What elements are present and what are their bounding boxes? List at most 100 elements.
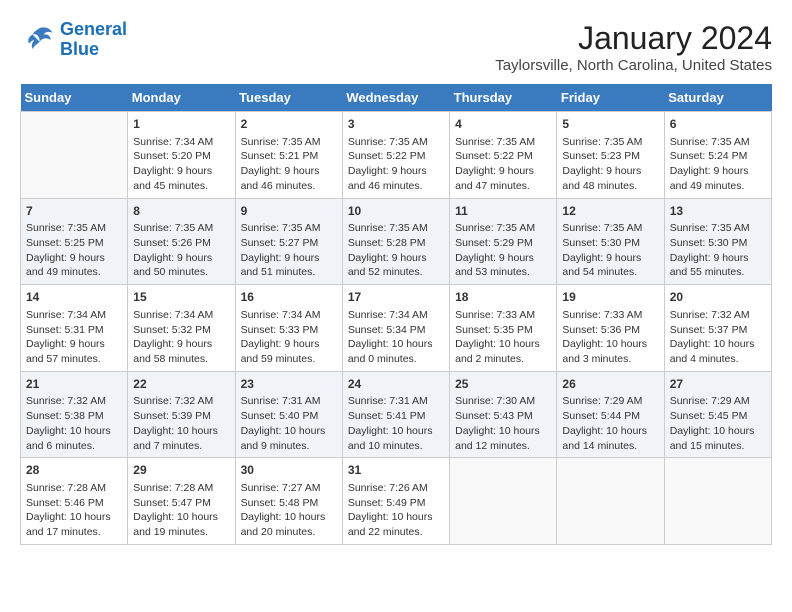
weekday-header-thursday: Thursday — [450, 84, 557, 112]
day-number: 30 — [241, 462, 337, 479]
day-number: 20 — [670, 289, 766, 306]
day-number: 25 — [455, 376, 551, 393]
day-info: Sunrise: 7:35 AM Sunset: 5:25 PM Dayligh… — [26, 221, 122, 280]
day-number: 2 — [241, 116, 337, 133]
day-info: Sunrise: 7:31 AM Sunset: 5:41 PM Dayligh… — [348, 394, 444, 453]
calendar-table: SundayMondayTuesdayWednesdayThursdayFrid… — [20, 84, 772, 545]
day-info: Sunrise: 7:35 AM Sunset: 5:22 PM Dayligh… — [348, 135, 444, 194]
day-info: Sunrise: 7:28 AM Sunset: 5:47 PM Dayligh… — [133, 481, 229, 540]
logo: General Blue — [20, 20, 127, 60]
calendar-cell: 8Sunrise: 7:35 AM Sunset: 5:26 PM Daylig… — [128, 198, 235, 285]
calendar-cell: 2Sunrise: 7:35 AM Sunset: 5:21 PM Daylig… — [235, 112, 342, 199]
day-number: 26 — [562, 376, 658, 393]
day-info: Sunrise: 7:34 AM Sunset: 5:32 PM Dayligh… — [133, 308, 229, 367]
day-info: Sunrise: 7:35 AM Sunset: 5:29 PM Dayligh… — [455, 221, 551, 280]
calendar-cell — [450, 458, 557, 545]
day-info: Sunrise: 7:32 AM Sunset: 5:38 PM Dayligh… — [26, 394, 122, 453]
calendar-cell: 22Sunrise: 7:32 AM Sunset: 5:39 PM Dayli… — [128, 371, 235, 458]
week-row-3: 14 Sunrise: 7:34 AM Sunset: 5:31 PM Dayli… — [21, 285, 772, 372]
calendar-cell: 11Sunrise: 7:35 AM Sunset: 5:29 PM Dayli… — [450, 198, 557, 285]
weekday-header-wednesday: Wednesday — [342, 84, 449, 112]
day-number: 14 — [26, 289, 122, 306]
day-info: Sunrise: 7:32 AM Sunset: 5:37 PM Dayligh… — [670, 308, 766, 367]
day-number: 22 — [133, 376, 229, 393]
day-info: Sunrise: 7:35 AM Sunset: 5:22 PM Dayligh… — [455, 135, 551, 194]
week-row-4: 21Sunrise: 7:32 AM Sunset: 5:38 PM Dayli… — [21, 371, 772, 458]
calendar-cell: 13Sunrise: 7:35 AM Sunset: 5:30 PM Dayli… — [664, 198, 771, 285]
calendar-cell: 4 Sunrise: 7:35 AM Sunset: 5:22 PM Daylig… — [450, 112, 557, 199]
calendar-cell: 5Sunrise: 7:35 AM Sunset: 5:23 PM Daylig… — [557, 112, 664, 199]
week-row-2: 7Sunrise: 7:35 AM Sunset: 5:25 PM Daylig… — [21, 198, 772, 285]
day-info: Sunrise: 7:34 AM Sunset: 5:31 PM Dayligh… — [26, 308, 122, 367]
calendar-cell: 18Sunrise: 7:33 AM Sunset: 5:35 PM Dayli… — [450, 285, 557, 372]
day-number: 9 — [241, 203, 337, 220]
logo-line2: Blue — [60, 40, 127, 60]
day-info: Sunrise: 7:35 AM Sunset: 5:24 PM Dayligh… — [670, 135, 766, 194]
weekday-header-tuesday: Tuesday — [235, 84, 342, 112]
calendar-cell: 29Sunrise: 7:28 AM Sunset: 5:47 PM Dayli… — [128, 458, 235, 545]
location: Taylorsville, North Carolina, United Sta… — [495, 57, 772, 74]
day-info: Sunrise: 7:32 AM Sunset: 5:39 PM Dayligh… — [133, 394, 229, 453]
day-number: 3 — [348, 116, 444, 133]
calendar-cell: 24Sunrise: 7:31 AM Sunset: 5:41 PM Dayli… — [342, 371, 449, 458]
day-number: 27 — [670, 376, 766, 393]
calendar-cell: 10Sunrise: 7:35 AM Sunset: 5:28 PM Dayli… — [342, 198, 449, 285]
day-info: Sunrise: 7:27 AM Sunset: 5:48 PM Dayligh… — [241, 481, 337, 540]
calendar-cell: 6 Sunrise: 7:35 AM Sunset: 5:24 PM Daylig… — [664, 112, 771, 199]
calendar-cell: 23Sunrise: 7:31 AM Sunset: 5:40 PM Dayli… — [235, 371, 342, 458]
day-info: Sunrise: 7:29 AM Sunset: 5:45 PM Dayligh… — [670, 394, 766, 453]
calendar-cell: 27Sunrise: 7:29 AM Sunset: 5:45 PM Dayli… — [664, 371, 771, 458]
day-number: 21 — [26, 376, 122, 393]
day-info: Sunrise: 7:28 AM Sunset: 5:46 PM Dayligh… — [26, 481, 122, 540]
day-number: 10 — [348, 203, 444, 220]
calendar-cell: 3 Sunrise: 7:35 AM Sunset: 5:22 PM Daylig… — [342, 112, 449, 199]
day-number: 13 — [670, 203, 766, 220]
day-info: Sunrise: 7:30 AM Sunset: 5:43 PM Dayligh… — [455, 394, 551, 453]
calendar-cell: 19 Sunrise: 7:33 AM Sunset: 5:36 PM Dayli… — [557, 285, 664, 372]
weekday-header-monday: Monday — [128, 84, 235, 112]
logo-text: General Blue — [60, 20, 127, 60]
day-number: 6 — [670, 116, 766, 133]
day-info: Sunrise: 7:31 AM Sunset: 5:40 PM Dayligh… — [241, 394, 337, 453]
weekday-header-row: SundayMondayTuesdayWednesdayThursdayFrid… — [21, 84, 772, 112]
day-info: Sunrise: 7:35 AM Sunset: 5:28 PM Dayligh… — [348, 221, 444, 280]
calendar-cell: 12Sunrise: 7:35 AM Sunset: 5:30 PM Dayli… — [557, 198, 664, 285]
day-number: 4 — [455, 116, 551, 133]
month-title: January 2024 — [495, 20, 772, 57]
day-info: Sunrise: 7:34 AM Sunset: 5:33 PM Dayligh… — [241, 308, 337, 367]
day-info: Sunrise: 7:29 AM Sunset: 5:44 PM Dayligh… — [562, 394, 658, 453]
day-number: 1 — [133, 116, 229, 133]
day-info: Sunrise: 7:35 AM Sunset: 5:30 PM Dayligh… — [562, 221, 658, 280]
week-row-1: 1 Sunrise: 7:34 AM Sunset: 5:20 PM Daylig… — [21, 112, 772, 199]
logo-line1: General — [60, 19, 127, 39]
day-info: Sunrise: 7:35 AM Sunset: 5:27 PM Dayligh… — [241, 221, 337, 280]
calendar-cell: 21Sunrise: 7:32 AM Sunset: 5:38 PM Dayli… — [21, 371, 128, 458]
day-number: 11 — [455, 203, 551, 220]
day-number: 15 — [133, 289, 229, 306]
day-info: Sunrise: 7:33 AM Sunset: 5:36 PM Dayligh… — [562, 308, 658, 367]
day-info: Sunrise: 7:34 AM Sunset: 5:20 PM Dayligh… — [133, 135, 229, 194]
logo-icon — [20, 22, 56, 58]
day-number: 23 — [241, 376, 337, 393]
day-number: 19 — [562, 289, 658, 306]
calendar-cell: 30 Sunrise: 7:27 AM Sunset: 5:48 PM Dayli… — [235, 458, 342, 545]
day-info: Sunrise: 7:33 AM Sunset: 5:35 PM Dayligh… — [455, 308, 551, 367]
week-row-5: 28 Sunrise: 7:28 AM Sunset: 5:46 PM Dayli… — [21, 458, 772, 545]
day-info: Sunrise: 7:26 AM Sunset: 5:49 PM Dayligh… — [348, 481, 444, 540]
day-number: 31 — [348, 462, 444, 479]
calendar-cell — [557, 458, 664, 545]
day-info: Sunrise: 7:35 AM Sunset: 5:23 PM Dayligh… — [562, 135, 658, 194]
calendar-cell — [21, 112, 128, 199]
calendar-cell: 15 Sunrise: 7:34 AM Sunset: 5:32 PM Dayli… — [128, 285, 235, 372]
day-number: 24 — [348, 376, 444, 393]
calendar-cell: 7Sunrise: 7:35 AM Sunset: 5:25 PM Daylig… — [21, 198, 128, 285]
calendar-cell: 16Sunrise: 7:34 AM Sunset: 5:33 PM Dayli… — [235, 285, 342, 372]
day-number: 12 — [562, 203, 658, 220]
day-number: 8 — [133, 203, 229, 220]
calendar-cell: 28 Sunrise: 7:28 AM Sunset: 5:46 PM Dayli… — [21, 458, 128, 545]
day-number: 7 — [26, 203, 122, 220]
weekday-header-friday: Friday — [557, 84, 664, 112]
calendar-cell: 31 Sunrise: 7:26 AM Sunset: 5:49 PM Dayli… — [342, 458, 449, 545]
day-number: 28 — [26, 462, 122, 479]
calendar-cell: 9Sunrise: 7:35 AM Sunset: 5:27 PM Daylig… — [235, 198, 342, 285]
